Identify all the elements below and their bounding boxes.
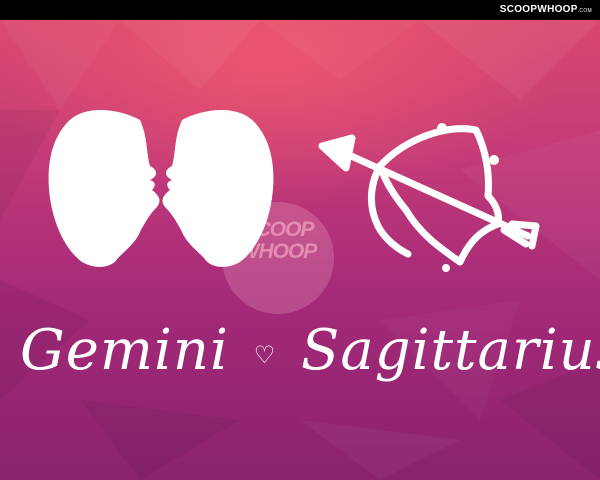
caption-sagittarius: Sagittarius bbox=[301, 318, 600, 383]
heart-icon: ♡ bbox=[253, 340, 277, 369]
brand-logo[interactable]: SCOOPWHOOP.COM bbox=[500, 4, 592, 15]
brand-suffix: .COM bbox=[577, 8, 592, 14]
sagittarius-bow-and-arrow-icon bbox=[318, 123, 540, 272]
caption: Gemini ♡ Sagittarius bbox=[20, 318, 600, 383]
zodiac-symbols bbox=[48, 110, 540, 272]
brand-name: SCOOPWHOOP bbox=[499, 4, 578, 15]
top-bar: SCOOPWHOOP.COM bbox=[0, 0, 600, 20]
gemini-twin-silhouettes-icon bbox=[48, 110, 274, 267]
caption-gemini: Gemini bbox=[20, 318, 229, 383]
